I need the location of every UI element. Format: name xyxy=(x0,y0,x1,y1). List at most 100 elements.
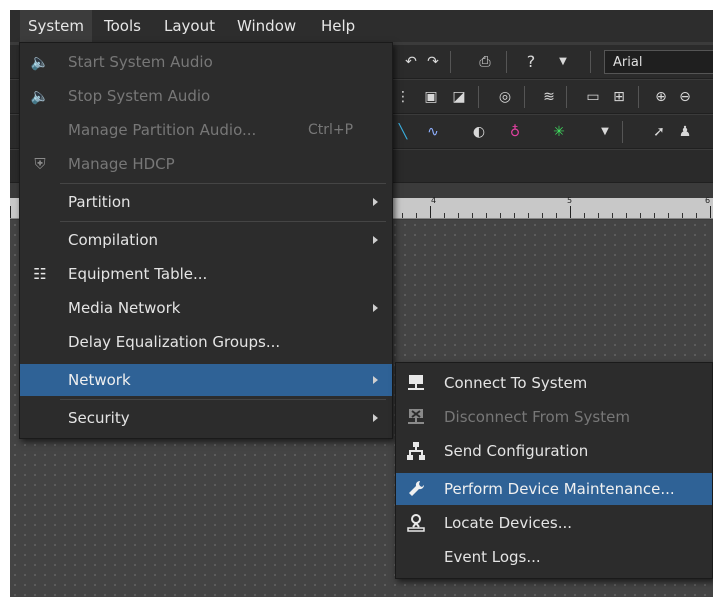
toolbar-separator xyxy=(638,86,639,108)
menu-item-perform-device-maintenance[interactable]: Perform Device Maintenance... xyxy=(396,473,712,505)
chevron-down-icon[interactable]: ▼ xyxy=(596,123,614,141)
ruler-tick xyxy=(444,213,445,218)
grid-icon[interactable]: ⊞ xyxy=(610,88,628,106)
print-icon[interactable]: ⎙ xyxy=(476,53,494,71)
ruler-tick xyxy=(486,213,487,218)
pointer-icon[interactable]: ➚ xyxy=(650,123,668,141)
ruler-icon[interactable]: ▭ xyxy=(584,88,602,106)
user-shape-icon[interactable]: ♟ xyxy=(676,123,694,141)
ruler-label: 4 xyxy=(431,196,437,205)
wrench-icon xyxy=(406,479,426,499)
table-icon: ☷ xyxy=(33,265,47,283)
dots-icon: ⋮ xyxy=(396,89,410,105)
menu-item-start-system-audio[interactable]: 🔈 Start System Audio xyxy=(20,46,392,78)
stethoscope-icon[interactable]: ♁ xyxy=(506,123,524,141)
contrast-icon[interactable]: ◐ xyxy=(470,123,488,141)
ruler-tick xyxy=(416,213,417,218)
toolbar-separator xyxy=(478,86,479,108)
toolbar-separator xyxy=(590,51,591,73)
locate-icon xyxy=(406,513,426,533)
menu-item-delay-equalization-groups[interactable]: Delay Equalization Groups... xyxy=(20,326,392,358)
menu-item-security[interactable]: Security xyxy=(20,402,392,434)
network-tree-icon xyxy=(406,441,426,461)
toolbar-separator xyxy=(524,86,525,108)
menu-item-partition[interactable]: Partition xyxy=(20,186,392,218)
ruler-tick xyxy=(626,213,627,218)
ruler-tick xyxy=(528,213,529,218)
menu-system[interactable]: System xyxy=(20,10,92,42)
help-icon[interactable]: ? xyxy=(522,53,540,71)
submenu-arrow-icon xyxy=(373,414,378,422)
ruler-tick xyxy=(458,213,459,218)
chevron-down-icon[interactable]: ▼ xyxy=(554,53,572,71)
distribute-icon[interactable]: ◪ xyxy=(450,88,468,106)
system-menu: 🔈 Start System Audio 🔈 Stop System Audio… xyxy=(19,42,393,439)
redo-icon[interactable]: ↷ xyxy=(424,53,442,71)
ruler-tick xyxy=(668,213,669,218)
network-submenu: Connect To System Disconnect From System… xyxy=(395,362,713,579)
zoom-in-icon[interactable]: ⊕ xyxy=(652,88,670,106)
menu-item-equipment-table[interactable]: ☷ Equipment Table... xyxy=(20,258,392,290)
wave-icon[interactable]: ∿ xyxy=(424,123,442,141)
ruler-tick xyxy=(682,213,683,218)
ruler-tick xyxy=(500,213,501,218)
zoom-out-icon[interactable]: ⊖ xyxy=(676,88,694,106)
menu-item-stop-system-audio[interactable]: 🔈 Stop System Audio xyxy=(20,80,392,112)
ruler-tick xyxy=(612,213,613,218)
ruler-tick xyxy=(640,213,641,218)
menu-layout[interactable]: Layout xyxy=(156,10,223,42)
ruler-label: 6 xyxy=(705,196,711,205)
line-color-icon[interactable]: ╲ xyxy=(394,123,412,141)
menu-item-compilation[interactable]: Compilation xyxy=(20,224,392,256)
connect-icon xyxy=(406,373,426,393)
find-icon[interactable]: ◎ xyxy=(496,88,514,106)
spark-icon[interactable]: ✳ xyxy=(550,123,568,141)
menu-item-connect-to-system[interactable]: Connect To System xyxy=(396,367,712,399)
ruler-tick xyxy=(654,213,655,218)
undo-icon[interactable]: ↶ xyxy=(402,53,420,71)
ruler-tick xyxy=(10,206,11,218)
submenu-arrow-icon xyxy=(373,376,378,384)
ruler-tick xyxy=(402,213,403,218)
ruler-tick xyxy=(710,206,711,218)
ruler-tick xyxy=(514,213,515,218)
ruler-tick xyxy=(570,206,571,218)
menu-item-manage-partition-audio[interactable]: Manage Partition Audio... Ctrl+P xyxy=(20,114,392,146)
menu-item-media-network[interactable]: Media Network xyxy=(20,292,392,324)
menu-divider xyxy=(60,221,386,222)
menu-divider xyxy=(60,183,386,184)
menu-tools[interactable]: Tools xyxy=(96,10,149,42)
toolbar-separator xyxy=(622,121,623,143)
ruler-tick xyxy=(598,213,599,218)
shortcut-label: Ctrl+P xyxy=(308,122,354,138)
menu-divider xyxy=(60,399,386,400)
speaker-icon: 🔈 xyxy=(30,53,50,71)
disconnect-icon xyxy=(406,407,426,427)
ruler-tick xyxy=(542,213,543,218)
layers-icon[interactable]: ≋ xyxy=(540,88,558,106)
menu-item-disconnect-from-system[interactable]: Disconnect From System xyxy=(396,401,712,433)
ruler-tick xyxy=(430,206,431,218)
menu-item-send-configuration[interactable]: Send Configuration xyxy=(396,435,712,467)
ruler-tick xyxy=(556,213,557,218)
toolbar-separator xyxy=(450,51,451,73)
align-icon[interactable]: ▣ xyxy=(422,88,440,106)
ruler-tick xyxy=(472,213,473,218)
shield-icon: ⛨ xyxy=(34,155,46,173)
toolbar-separator xyxy=(506,51,507,73)
submenu-arrow-icon xyxy=(373,304,378,312)
menu-item-network[interactable]: Network xyxy=(20,364,392,396)
submenu-arrow-icon xyxy=(373,198,378,206)
toolbar-separator xyxy=(566,86,567,108)
menu-window[interactable]: Window xyxy=(229,10,304,42)
menu-help[interactable]: Help xyxy=(313,10,363,42)
ruler-label: 5 xyxy=(567,196,573,205)
ruler-tick xyxy=(584,213,585,218)
menu-item-manage-hdcp[interactable]: ⛨ Manage HDCP xyxy=(20,148,392,180)
submenu-arrow-icon xyxy=(373,236,378,244)
font-name-field[interactable]: Arial xyxy=(604,50,713,74)
menu-item-locate-devices[interactable]: Locate Devices... xyxy=(396,507,712,539)
menu-bar: System Tools Layout Window Help xyxy=(10,10,713,42)
speaker-icon: 🔈 xyxy=(30,87,50,105)
menu-item-event-logs[interactable]: Event Logs... xyxy=(396,541,712,573)
